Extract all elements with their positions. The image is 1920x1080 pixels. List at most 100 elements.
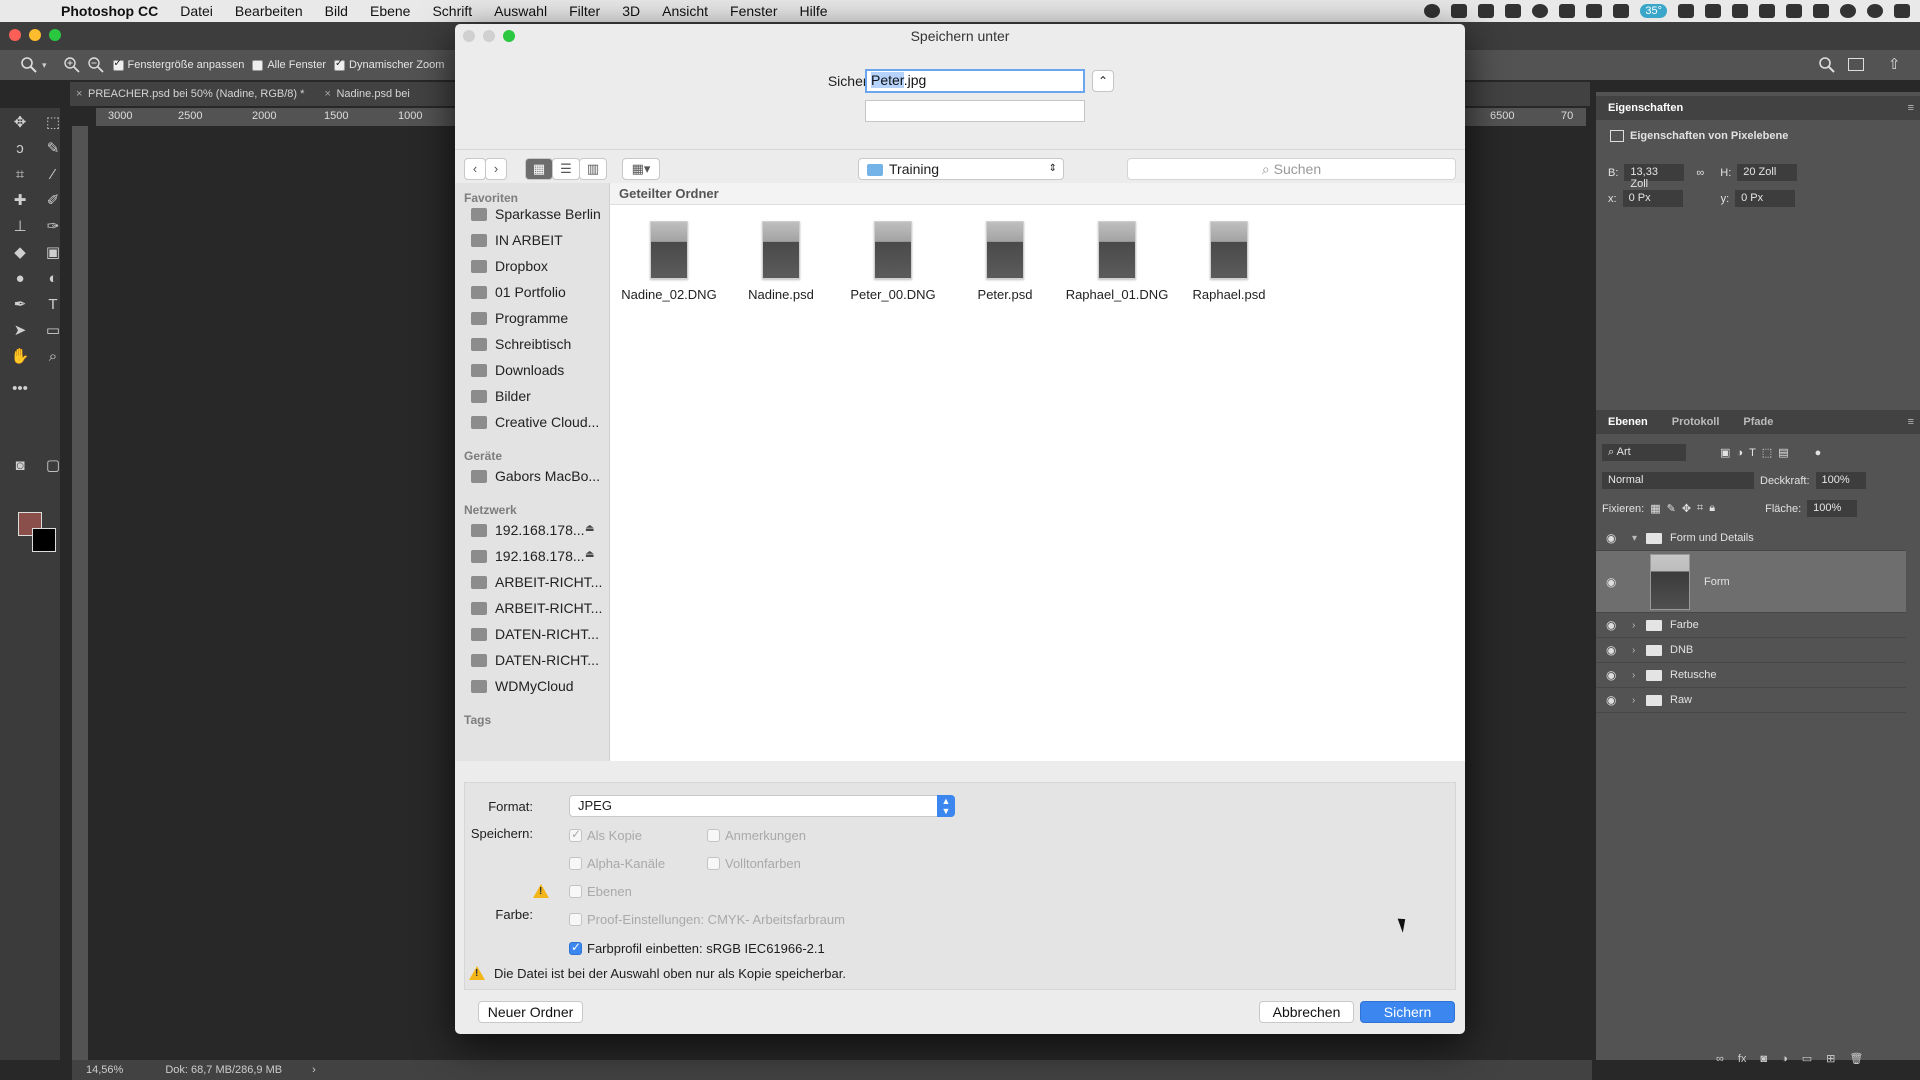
embed-profile-checkbox[interactable]: Farbprofil einbetten: sRGB IEC61966-2.1: [569, 940, 825, 956]
hd-icon[interactable]: [1678, 4, 1694, 18]
share-icon[interactable]: ⇧: [1888, 55, 1901, 73]
forward-chevron-icon[interactable]: ›: [485, 158, 507, 180]
eject-icon[interactable]: ⏏: [585, 549, 594, 560]
sidebar-item-sparkasse[interactable]: Sparkasse Berlin: [471, 203, 601, 225]
arrange-menu-icon[interactable]: ▦▾: [622, 158, 660, 180]
back-chevron-icon[interactable]: ‹: [464, 158, 486, 180]
all-windows-checkbox[interactable]: Alle Fenster: [252, 59, 326, 71]
filter-toggle-icon[interactable]: ●: [1815, 447, 1822, 459]
layer-form[interactable]: ◉ Form: [1596, 551, 1906, 613]
minimize-window-icon[interactable]: [29, 29, 41, 41]
lock-all-icon[interactable]: 🔒︎: [1709, 502, 1715, 515]
sidebar-item-in-arbeit[interactable]: IN ARBEIT: [471, 229, 563, 251]
sidebar-item-wdmycloud[interactable]: WDMyCloud: [471, 675, 574, 697]
sidebar-item-programme[interactable]: Programme: [471, 307, 568, 329]
menu-hilfe[interactable]: Hilfe: [789, 3, 839, 19]
dialog-minimize-icon[interactable]: [483, 30, 495, 42]
screen-mode-icon[interactable]: ▢: [42, 455, 64, 477]
tool-icon[interactable]: [1586, 4, 1603, 18]
notification-center-icon[interactable]: [1894, 4, 1910, 18]
width-field[interactable]: 13,33 Zoll: [1624, 164, 1685, 190]
dynamic-zoom-checkbox[interactable]: Dynamischer Zoom: [334, 58, 444, 71]
pen-tool-icon[interactable]: ✒: [9, 294, 31, 316]
quick-select-tool-icon[interactable]: ✎: [42, 138, 64, 160]
menu-fenster[interactable]: Fenster: [719, 3, 788, 19]
menu-3d[interactable]: 3D: [611, 3, 651, 19]
menu-datei[interactable]: Datei: [169, 3, 224, 19]
lasso-tool-icon[interactable]: ↄ: [9, 138, 31, 160]
menu-auswahl[interactable]: Auswahl: [483, 3, 558, 19]
filename-input[interactable]: Peter.jpg: [865, 69, 1085, 93]
chevron-right-icon[interactable]: ›: [1632, 670, 1642, 681]
marquee-tool-icon[interactable]: ⬚: [42, 112, 64, 134]
sidebar-item-daten-2[interactable]: DATEN-RICHT...: [471, 649, 599, 671]
new-group-icon[interactable]: ▭: [1802, 1052, 1812, 1065]
temperature-badge[interactable]: 35°: [1640, 4, 1667, 18]
icon-view-icon[interactable]: ▦: [525, 158, 553, 180]
height-field[interactable]: 20 Zoll: [1737, 164, 1798, 181]
spotlight-icon[interactable]: [1840, 4, 1856, 18]
tags-input[interactable]: [865, 100, 1085, 122]
file-item[interactable]: Raphael_01.DNG: [1061, 221, 1173, 302]
dropbox-icon[interactable]: [1478, 4, 1495, 18]
add-mask-icon[interactable]: ◙: [1760, 1053, 1767, 1065]
search-icon[interactable]: [1818, 56, 1836, 74]
close-tab-icon[interactable]: ×: [324, 88, 330, 100]
workspace-icon[interactable]: [1848, 58, 1864, 71]
zoom-tool-icon[interactable]: ⌕: [42, 346, 64, 368]
dialog-close-icon[interactable]: [463, 30, 475, 42]
app-status-icon[interactable]: [1451, 4, 1468, 18]
hand-tool-icon[interactable]: ✋: [9, 346, 31, 368]
proof-setup-checkbox[interactable]: Proof-Einstellungen: CMYK- Arbeitsfarbra…: [569, 912, 845, 927]
tab-preacher[interactable]: × PREACHER.psd bei 50% (Nadine, RGB/8) *: [70, 88, 318, 100]
tab-protokoll[interactable]: Protokoll: [1660, 416, 1732, 428]
layer-group-raw[interactable]: ◉ › Raw: [1596, 688, 1906, 713]
panel-menu-icon[interactable]: ≡: [1908, 102, 1914, 114]
new-layer-icon[interactable]: ⊞: [1826, 1052, 1835, 1065]
file-item[interactable]: Nadine_02.DNG: [613, 221, 725, 302]
tab-ebenen[interactable]: Ebenen: [1596, 416, 1660, 428]
layer-group-retusche[interactable]: ◉ › Retusche: [1596, 663, 1906, 688]
airplay-icon[interactable]: [1786, 4, 1802, 18]
filter-type-icon[interactable]: T: [1749, 447, 1756, 459]
filter-smart-icon[interactable]: ▤: [1778, 446, 1788, 459]
wifi-icon[interactable]: [1759, 4, 1775, 18]
alpha-channels-checkbox[interactable]: Alpha-Kanäle: [569, 856, 665, 871]
layer-group-form-und-details[interactable]: ◉ ▾ Form und Details: [1596, 526, 1906, 551]
tab-nadine[interactable]: × Nadine.psd bei: [318, 88, 423, 100]
y-field[interactable]: 0 Px: [1735, 190, 1796, 207]
lock-pixels-icon[interactable]: ✎: [1667, 502, 1676, 515]
menu-app[interactable]: Photoshop CC: [50, 3, 169, 19]
sidebar-item-downloads[interactable]: Downloads: [471, 359, 564, 381]
eye-icon[interactable]: ◉: [1606, 575, 1620, 589]
zoom-out-icon[interactable]: [87, 56, 105, 74]
menu-filter[interactable]: Filter: [558, 3, 611, 19]
battery-icon[interactable]: [1813, 4, 1829, 18]
chevron-up-icon[interactable]: ⌃: [1092, 70, 1114, 92]
tab-eigenschaften[interactable]: Eigenschaften: [1596, 102, 1695, 114]
chevron-right-icon[interactable]: ›: [1632, 695, 1642, 706]
quick-mask-icon[interactable]: ◙: [9, 455, 31, 477]
eyedropper-tool-icon[interactable]: ⁄: [42, 164, 64, 186]
shape-tool-icon[interactable]: ▭: [42, 320, 64, 342]
search-input[interactable]: ⌕ Suchen: [1127, 158, 1456, 180]
save-button[interactable]: Sichern: [1360, 1001, 1455, 1023]
as-copy-checkbox[interactable]: Als Kopie: [569, 827, 642, 843]
file-item[interactable]: Peter_00.DNG: [837, 221, 949, 302]
tab-pfade[interactable]: Pfade: [1731, 416, 1785, 428]
sidebar-item-portfolio[interactable]: 01 Portfolio: [471, 281, 566, 303]
column-view-icon[interactable]: ▥: [579, 158, 607, 180]
eject-icon[interactable]: ⏏: [585, 523, 594, 534]
type-tool-icon[interactable]: T: [42, 294, 64, 316]
lock-position-icon[interactable]: ✥: [1682, 502, 1691, 515]
chevron-right-icon[interactable]: ›: [312, 1064, 316, 1076]
more-tools-icon[interactable]: •••: [9, 378, 31, 400]
stamp-tool-icon[interactable]: ⊥: [9, 216, 31, 238]
lock-artboard-icon[interactable]: ⌗: [1697, 502, 1703, 515]
fill-field[interactable]: 100%: [1807, 500, 1858, 517]
zoom-in-icon[interactable]: [63, 56, 81, 74]
evernote-icon[interactable]: [1559, 4, 1576, 18]
location-select[interactable]: Training ⇕: [858, 158, 1064, 180]
sync-icon[interactable]: [1505, 4, 1522, 18]
filter-adjustment-icon[interactable]: ◑: [1736, 447, 1743, 459]
